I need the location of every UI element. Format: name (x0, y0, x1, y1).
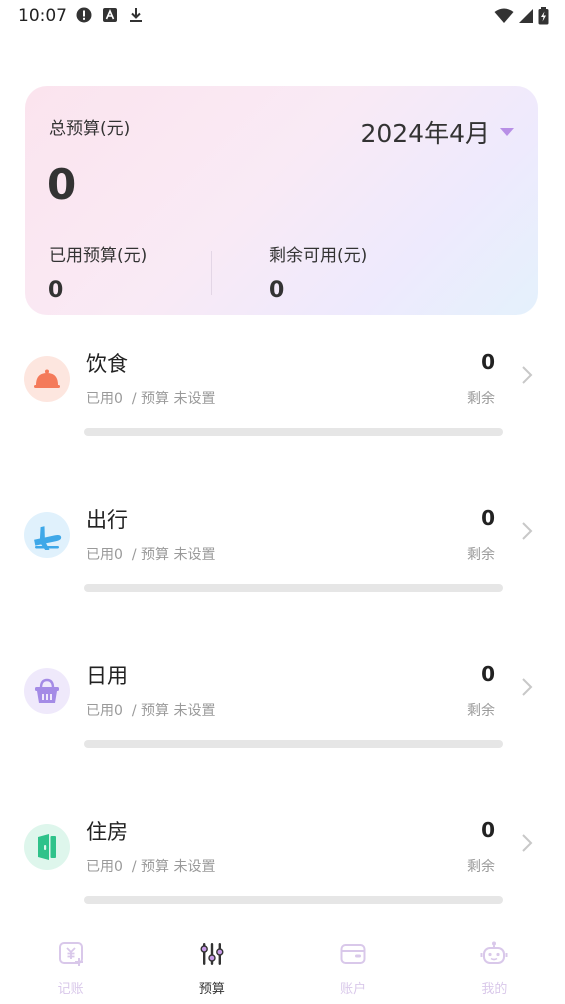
category-remaining-label: 剩余 (467, 703, 495, 719)
category-usage-detail: 已用0 / 预算 未设置 (86, 700, 215, 720)
month-selector[interactable]: 2024年4月 (360, 114, 514, 150)
food-cloche-icon (34, 369, 60, 388)
category-budget-status: / 预算 未设置 (131, 391, 216, 407)
category-remaining-value: 0 (481, 662, 495, 686)
category-icon-badge (24, 356, 70, 402)
signal-icon (519, 9, 533, 23)
category-usage-detail: 已用0 / 预算 未设置 (86, 856, 215, 876)
category-usage-detail: 已用0 / 预算 未设置 (86, 388, 215, 408)
category-used: 已用0 (86, 703, 123, 719)
category-row-food[interactable]: 饮食 已用0 / 预算 未设置 0 剩余 (0, 336, 565, 446)
chevron-right-icon[interactable] (518, 364, 536, 386)
card-divider (211, 251, 212, 295)
robot-profile-icon (480, 941, 508, 964)
category-used: 已用0 (86, 859, 123, 875)
category-remaining-value: 0 (481, 818, 495, 842)
category-remaining-label: 剩余 (467, 547, 495, 563)
category-budget-status: / 预算 未设置 (131, 547, 216, 563)
budget-sliders-icon (200, 943, 224, 965)
category-budget-status: / 预算 未设置 (131, 859, 216, 875)
door-icon (38, 834, 56, 860)
nav-item-profile[interactable]: 我的 (424, 930, 565, 1004)
category-remaining-value: 0 (481, 350, 495, 374)
chevron-right-icon[interactable] (518, 520, 536, 542)
category-name: 日用 (86, 664, 128, 688)
category-remaining-value: 0 (481, 506, 495, 530)
nav-label: 账户 (340, 982, 367, 997)
total-budget-value: 0 (47, 160, 77, 209)
chevron-right-icon[interactable] (518, 832, 536, 854)
category-icon-badge (24, 512, 70, 558)
category-used: 已用0 (86, 547, 123, 563)
category-progress-bar (84, 428, 503, 436)
category-used: 已用0 (86, 391, 123, 407)
category-name: 住房 (86, 820, 128, 844)
status-system-icons (494, 7, 549, 25)
nav-label: 记账 (57, 982, 84, 997)
used-budget-label: 已用预算(元) (49, 246, 148, 266)
nav-label: 预算 (198, 982, 225, 997)
category-icon-badge (24, 824, 70, 870)
alert-icon (76, 7, 92, 23)
nav-item-bookkeeping[interactable]: 记账 (0, 930, 141, 1004)
category-name: 饮食 (86, 352, 128, 376)
remaining-budget-value: 0 (269, 278, 285, 303)
nav-item-budget[interactable]: 预算 (141, 930, 282, 1004)
total-budget-label: 总预算(元) (49, 119, 131, 139)
category-progress-bar (84, 584, 503, 592)
status-time: 10:07 (18, 6, 67, 26)
month-value: 2024年4月 (360, 119, 490, 148)
category-budget-status: / 预算 未设置 (131, 703, 216, 719)
bottom-nav: 记账 预算 账户 我的 (0, 930, 565, 1004)
category-remaining-label: 剩余 (467, 859, 495, 875)
chevron-right-icon[interactable] (518, 676, 536, 698)
app-a-icon (103, 8, 117, 22)
basket-icon (35, 678, 59, 703)
nav-label: 我的 (481, 982, 508, 997)
status-bar: 10:07 (0, 0, 565, 32)
download-icon (130, 8, 142, 22)
wifi-icon (494, 8, 514, 23)
used-budget-value: 0 (48, 278, 64, 303)
category-name: 出行 (86, 508, 128, 532)
bookkeeping-icon (58, 942, 83, 966)
plane-icon (34, 526, 62, 550)
budget-summary-card: 总预算(元) 2024年4月 0 已用预算(元) 0 剩余可用(元) 0 (25, 86, 538, 315)
category-remaining-label: 剩余 (467, 391, 495, 407)
wallet-icon (340, 944, 366, 964)
nav-item-account[interactable]: 账户 (283, 930, 424, 1004)
category-row-daily[interactable]: 日用 已用0 / 预算 未设置 0 剩余 (0, 648, 565, 758)
category-usage-detail: 已用0 / 预算 未设置 (86, 544, 215, 564)
category-progress-bar (84, 896, 503, 904)
remaining-budget-label: 剩余可用(元) (269, 246, 368, 266)
category-row-housing[interactable]: 住房 已用0 / 预算 未设置 0 剩余 (0, 804, 565, 914)
category-row-transport[interactable]: 出行 已用0 / 预算 未设置 0 剩余 (0, 492, 565, 602)
dropdown-triangle-icon (500, 127, 514, 136)
category-progress-bar (84, 740, 503, 748)
status-notification-icons (76, 7, 144, 23)
battery-charging-icon (538, 7, 549, 25)
category-icon-badge (24, 668, 70, 714)
